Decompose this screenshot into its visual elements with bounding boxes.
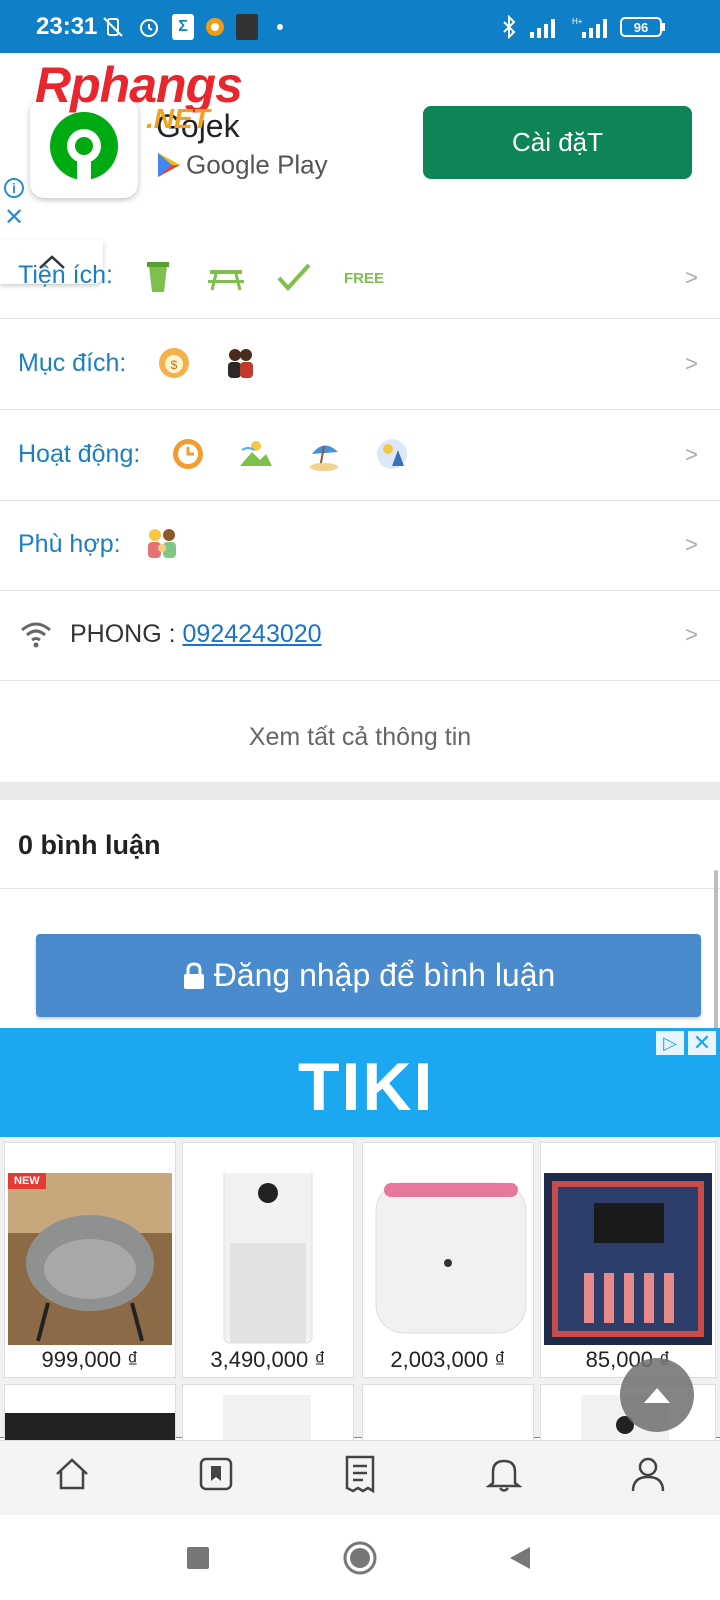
free-badge-icon: FREE xyxy=(342,257,392,297)
beach-icon xyxy=(304,434,344,474)
login-button-label: Đăng nhập để bình luận xyxy=(213,957,556,993)
product-price: 3,490,000 ₫ xyxy=(210,1347,326,1372)
battery-level: 96 xyxy=(634,20,648,35)
signal-icon xyxy=(530,14,560,40)
product-price: 999,000 ₫ xyxy=(41,1347,139,1372)
google-play-label: Google Play xyxy=(156,148,328,181)
wifi-icon xyxy=(16,614,56,654)
lock-icon xyxy=(183,961,204,989)
battery-icon: 96 xyxy=(620,14,666,40)
login-to-comment-button[interactable]: Đăng nhập để bình luận xyxy=(36,934,701,1017)
svg-text:$: $ xyxy=(171,358,178,372)
chevron-right-icon: > xyxy=(685,351,698,376)
checkmark-pen-icon xyxy=(274,257,314,297)
row-label: Phù hợp: xyxy=(18,530,121,558)
vibrate-off-icon xyxy=(100,14,126,40)
bell-icon[interactable] xyxy=(482,1452,526,1496)
chevron-right-icon: > xyxy=(685,622,698,647)
recents-button[interactable] xyxy=(178,1538,218,1578)
product-card[interactable]: 3,490,000 ₫ xyxy=(182,1142,354,1378)
product-card[interactable] xyxy=(182,1384,354,1444)
night-icon xyxy=(372,434,412,474)
more-dot-icon xyxy=(276,14,284,40)
bluetooth-icon xyxy=(500,14,520,40)
ad-close-icon[interactable]: ✕ xyxy=(688,1030,716,1055)
chevron-right-icon: > xyxy=(685,442,698,467)
signal-hplus-icon: H+ xyxy=(572,14,610,40)
divider xyxy=(0,888,720,889)
receipt-icon[interactable] xyxy=(338,1452,382,1496)
profile-icon[interactable] xyxy=(626,1452,670,1496)
product-card[interactable] xyxy=(362,1384,534,1444)
bookmark-icon[interactable] xyxy=(194,1452,238,1496)
svg-text:H+: H+ xyxy=(572,17,583,26)
chevron-right-icon: > xyxy=(685,532,698,557)
product-card[interactable]: 85,000 ₫ xyxy=(540,1142,716,1378)
info-row-contact[interactable]: PHONG : 0924243020 > xyxy=(0,590,720,681)
media-app-icon xyxy=(236,14,258,40)
money-bag-icon: $ xyxy=(154,343,194,383)
sharp-purifier-image xyxy=(366,1173,530,1345)
contact-text: PHONG : 0924243020 xyxy=(70,620,322,649)
info-row-activities[interactable]: Hoạt động: > xyxy=(0,410,720,501)
google-play-icon xyxy=(158,153,180,178)
product-price: 85,000 ₫ xyxy=(585,1347,671,1372)
status-bar: 23:31 Σ H+ 96 xyxy=(0,0,720,53)
scroll-to-top-button[interactable] xyxy=(620,1358,694,1432)
drink-icon xyxy=(138,257,178,297)
ad-info-icon[interactable]: i xyxy=(4,178,24,198)
hand-cream-box-image xyxy=(544,1173,712,1345)
alarm-icon xyxy=(136,14,162,40)
info-row-purpose[interactable]: Mục đích: $ > xyxy=(0,319,720,410)
family-icon xyxy=(142,524,182,564)
product-price: 2,003,000 ₫ xyxy=(390,1347,506,1372)
chevron-right-icon: > xyxy=(685,265,698,290)
clock-icon xyxy=(168,434,208,474)
phone-link[interactable]: 0924243020 xyxy=(183,620,322,648)
home-button[interactable] xyxy=(340,1538,380,1578)
info-row-amenities[interactable]: Tiện ích: FREE > xyxy=(0,233,720,319)
tiki-logo[interactable]: TIKI xyxy=(298,1048,434,1126)
row-label: Tiện ích: xyxy=(18,261,113,289)
sigma-app-icon: Σ xyxy=(172,14,194,40)
couple-icon xyxy=(220,343,260,383)
adchoices-icon[interactable]: ▷ xyxy=(656,1031,684,1055)
picnic-table-icon xyxy=(206,257,246,297)
product-card[interactable] xyxy=(4,1384,176,1444)
air-purifier-image xyxy=(186,1162,350,1345)
comments-title: 0 bình luận xyxy=(18,830,161,860)
home-icon[interactable] xyxy=(50,1452,94,1496)
section-divider xyxy=(0,782,720,800)
info-row-suitable[interactable]: Phù hợp: > xyxy=(0,500,720,591)
ad-close-icon[interactable]: ✕ xyxy=(4,203,24,232)
site-watermark: Rphangs xyxy=(35,57,243,113)
row-label: Hoạt động: xyxy=(18,440,141,468)
contact-label: PHONG : xyxy=(70,620,183,648)
status-time: 23:31 xyxy=(36,13,98,40)
scrollbar[interactable] xyxy=(714,870,718,1030)
svg-text:FREE: FREE xyxy=(344,270,384,287)
row-label: Mục đích: xyxy=(18,349,127,377)
back-button[interactable] xyxy=(500,1538,540,1578)
product-card[interactable]: 2,003,000 ₫ xyxy=(362,1142,534,1378)
site-watermark-suffix: .NET xyxy=(146,103,210,134)
see-all-info-link[interactable]: Xem tất cả thông tin xyxy=(0,692,720,782)
install-button[interactable]: Cài đặT xyxy=(423,106,692,179)
scenery-icon xyxy=(236,434,276,474)
triangle-up-icon xyxy=(644,1388,670,1403)
notification-app-icon xyxy=(204,14,226,40)
product-card[interactable]: NEW 999,000 ₫ xyxy=(4,1142,176,1378)
chair-image xyxy=(8,1173,172,1345)
new-badge: NEW xyxy=(8,1173,46,1189)
